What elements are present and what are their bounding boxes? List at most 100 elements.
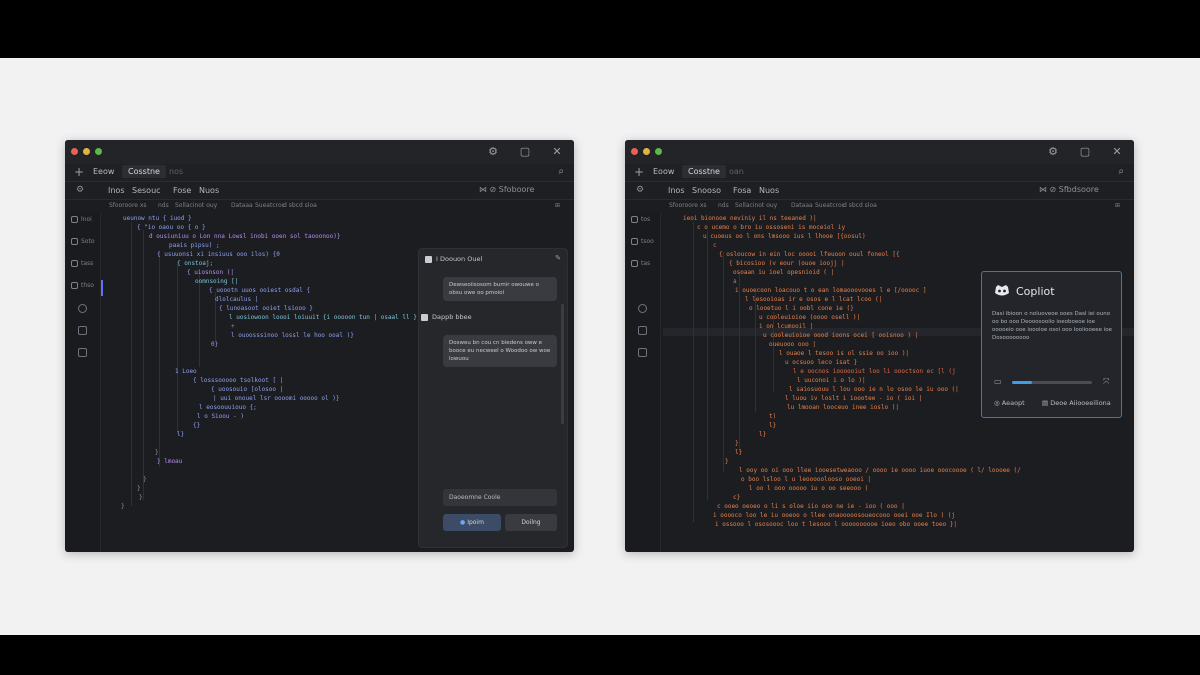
tab-eeow[interactable]: Eeow: [93, 167, 114, 176]
tools-icon[interactable]: ⚙: [76, 185, 84, 195]
restore-icon[interactable]: ▢: [1078, 144, 1092, 160]
close-dot[interactable]: [631, 148, 638, 155]
menu-nuos[interactable]: Nuos: [199, 186, 219, 195]
crumb[interactable]: Dataaa: [231, 202, 253, 209]
tools-icon[interactable]: ⚙: [636, 185, 644, 195]
code-line: 0}: [211, 341, 219, 348]
tab-oan[interactable]: oan: [729, 167, 744, 176]
monitor-icon[interactable]: ▭: [994, 377, 1002, 386]
code-line: { "io oaou oo { o }: [137, 224, 206, 231]
code-line: l lesooioas ir e osos e l lcat lcoo (|: [745, 296, 883, 303]
minimize-dot[interactable]: [83, 148, 90, 155]
crumb[interactable]: Dataaa: [791, 202, 813, 209]
expand-icon[interactable]: ⊞: [555, 202, 560, 209]
crumb[interactable]: Sueatcroc: [255, 202, 285, 209]
crumb[interactable]: d sbcd sloa: [283, 202, 317, 209]
code-line: { lunoasoot ooiet lsiooo }: [219, 305, 313, 312]
list-icon[interactable]: [78, 348, 87, 357]
restore-icon[interactable]: ▢: [518, 144, 532, 160]
code-line: l luou iv loslt i ioootee - io ( ioi |: [785, 395, 923, 402]
crumb[interactable]: Sueatcroc: [815, 202, 845, 209]
sidebar-item-explorer[interactable]: lnoi: [71, 216, 92, 223]
code-line: i ooooco loo le iu ooeoo o llee onaooooo…: [713, 512, 956, 519]
code-line: c o ucemo o bro iu ossoseni is moceiol i…: [697, 224, 846, 231]
settings-icon[interactable]: ⚙: [1046, 144, 1060, 160]
sidebar-item-search[interactable]: Soto: [71, 238, 95, 245]
crumb[interactable]: Sollacinot ouy: [175, 202, 217, 209]
new-tab-icon[interactable]: +: [74, 165, 84, 179]
title-bar: ⚙ ▢ ✕: [65, 140, 574, 164]
menu-bar: ⚙ Inos Snooso Fosa Nuos ⋈ ⊘ Sfbdsoore: [625, 182, 1134, 200]
maximize-dot[interactable]: [95, 148, 102, 155]
window-dots: [71, 148, 102, 155]
search-icon: [71, 238, 78, 245]
code-line: l o Sioou - ): [197, 413, 244, 420]
import-button[interactable]: ● Ipoim: [443, 514, 501, 531]
menu-inos[interactable]: Inos: [668, 186, 685, 195]
pin-icon[interactable]: ✎: [555, 254, 561, 262]
crumb[interactable]: d sbcd sloa: [843, 202, 877, 209]
debug-button[interactable]: Doilng: [505, 514, 557, 531]
code-line: l ooy oo oi ooo llee iooesetweaooo / ooo…: [739, 467, 1021, 474]
crumb[interactable]: Sfooroore xs: [109, 202, 147, 209]
crumb[interactable]: Sfooroore xs: [669, 202, 707, 209]
settings-icon[interactable]: ⚙: [486, 144, 500, 160]
menu-nuos[interactable]: Nuos: [759, 186, 779, 195]
close-dot[interactable]: [71, 148, 78, 155]
crumb[interactable]: Sollacinot ouy: [735, 202, 777, 209]
code-line: o boo lsloo l u leooooolooso ooeoi |: [741, 476, 872, 483]
sidebar-item-source[interactable]: tas: [631, 260, 650, 267]
close-icon[interactable]: ✕: [1110, 144, 1124, 160]
crumb[interactable]: nds: [718, 202, 729, 209]
menu-bar: ⚙ Inos Sesouc Fose Nuos ⋈ ⊘ Sfoboore: [65, 182, 574, 200]
menu-fosa[interactable]: Fosa: [733, 186, 751, 195]
box-icon[interactable]: [638, 326, 647, 335]
menu-snooso[interactable]: Snooso: [692, 186, 721, 195]
activity-sidebar: tos tsoo tas: [625, 212, 661, 552]
chat-message: Dewseoiisosom bumir owouwe o obsu owe oo…: [443, 277, 557, 301]
chat-scrollbar[interactable]: [561, 304, 564, 424]
close-icon[interactable]: ✕: [550, 144, 564, 160]
code-line: c: [713, 242, 717, 249]
maximize-dot[interactable]: [655, 148, 662, 155]
tab-cosstne[interactable]: Cosstne: [122, 165, 166, 178]
activity-sidebar: lnoi Soto tass thso: [65, 212, 101, 552]
new-tab-icon[interactable]: +: [634, 165, 644, 179]
code-line: | uui onouel lsr oooomi ooooo ol )}: [213, 395, 340, 402]
sidebar-item-search[interactable]: tsoo: [631, 238, 654, 245]
minimize-dot[interactable]: [643, 148, 650, 155]
tab-nos[interactable]: nos: [169, 167, 183, 176]
sidebar-item-source[interactable]: tass: [71, 260, 93, 267]
accept-button[interactable]: ◎ Aeaopt: [994, 399, 1025, 407]
menu-sesouc[interactable]: Sesouc: [132, 186, 161, 195]
list-icon[interactable]: [638, 348, 647, 357]
expand-icon[interactable]: ⊞: [1115, 202, 1120, 209]
progress-fill: [1012, 381, 1032, 384]
sidebar-item-debug[interactable]: thso: [71, 282, 94, 289]
extensions-icon[interactable]: [638, 304, 647, 313]
copilot-progress: [1012, 381, 1092, 384]
code-line: l saiosuouu l lou ooo ie n lo osoo le iu…: [789, 386, 959, 393]
box-icon[interactable]: [78, 326, 87, 335]
code-line: ueunow ntu { iuod }: [123, 215, 192, 222]
expand-icon[interactable]: ⤧: [1103, 377, 1109, 387]
menu-right-tools[interactable]: ⋈ ⊘ Sfoboore: [479, 185, 534, 194]
tab-bar: + Eeow Cosstne nos ⌕: [65, 164, 574, 182]
code-line: {}: [193, 422, 201, 429]
chat-icon: [425, 255, 432, 263]
code-line: o looetuo l i oobl cone ie (}: [749, 305, 854, 312]
search-icon[interactable]: ⌕: [558, 166, 564, 177]
sidebar-item-explorer[interactable]: tos: [631, 216, 650, 223]
tab-eoow[interactable]: Eoow: [653, 167, 674, 176]
code-line: ieoi bionooe neviniy il ns teeaned )|: [683, 215, 817, 222]
crumb[interactable]: nds: [158, 202, 169, 209]
menu-right-tools[interactable]: ⋈ ⊘ Sfbdsoore: [1039, 185, 1099, 194]
extensions-icon[interactable]: [78, 304, 87, 313]
other-options-button[interactable]: ▤ Deoe Aiiooeeiliona: [1042, 399, 1111, 407]
code-line: { losssooooo tsolkoot [ |: [193, 377, 284, 384]
tab-cosstne[interactable]: Cosstne: [682, 165, 726, 178]
menu-fose[interactable]: Fose: [173, 186, 191, 195]
menu-inos[interactable]: Inos: [108, 186, 125, 195]
search-icon[interactable]: ⌕: [1118, 166, 1124, 177]
chat-input[interactable]: Daoeomne Coole: [443, 489, 557, 506]
